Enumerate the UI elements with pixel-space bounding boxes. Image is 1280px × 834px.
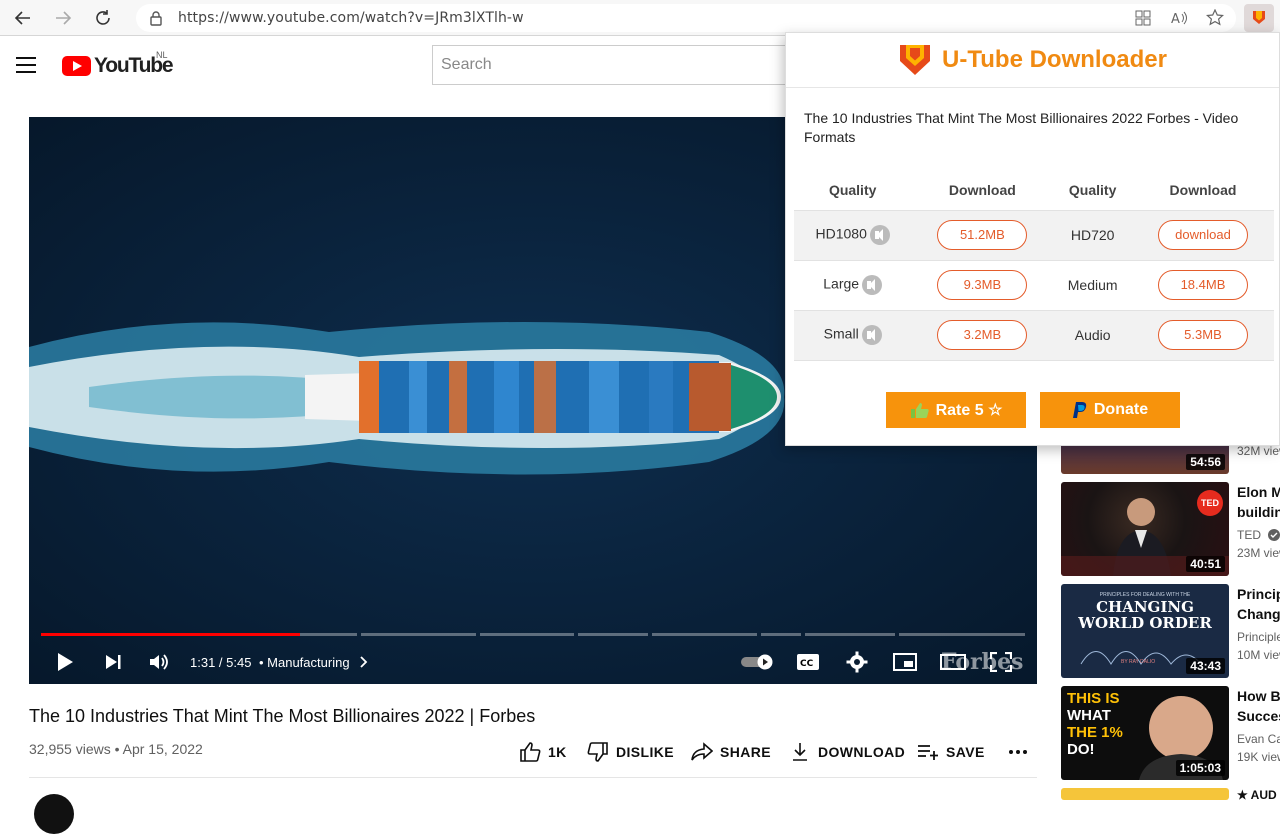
reload-button[interactable] <box>86 3 120 33</box>
read-aloud-icon[interactable]: A <box>1168 8 1190 28</box>
paypal-icon <box>1072 402 1087 418</box>
share-button[interactable]: SHARE <box>690 740 771 764</box>
video-thumbnail: THIS IS WHAT THE 1% DO! 1:05:03 <box>1061 686 1229 780</box>
u-tube-logo-icon <box>1253 11 1265 24</box>
address-bar[interactable]: https://www.youtube.com/watch?v=JRm3lXTl… <box>136 4 1236 32</box>
url-text: https://www.youtube.com/watch?v=JRm3lXTl… <box>178 10 524 26</box>
apps-icon[interactable] <box>1132 8 1154 28</box>
download-hd1080-button[interactable]: 51.2MB <box>937 220 1028 250</box>
download-icon <box>788 740 812 764</box>
browser-toolbar: https://www.youtube.com/watch?v=JRm3lXTl… <box>0 0 1280 36</box>
progress-played <box>41 633 300 636</box>
video-thumbnail <box>1061 788 1229 800</box>
formats-table: Quality Download Quality Download HD1080… <box>794 170 1274 361</box>
settings-button[interactable] <box>843 648 871 676</box>
lock-icon <box>148 10 164 26</box>
play-icon <box>58 653 73 671</box>
search-input[interactable]: Search <box>432 45 812 85</box>
back-button[interactable] <box>6 3 40 33</box>
download-small-button[interactable]: 3.2MB <box>937 320 1028 350</box>
column-header: Quality <box>828 181 877 198</box>
sidebar-item[interactable]: ★ AUD <box>1061 788 1280 802</box>
youtube-play-icon <box>62 56 91 76</box>
volume-icon <box>150 654 168 670</box>
video-thumbnail: PRINCIPLES FOR DEALING WITH THE CHANGING… <box>1061 584 1229 678</box>
theater-button[interactable] <box>939 648 967 676</box>
mute-button[interactable] <box>145 648 173 676</box>
more-actions-button[interactable] <box>1006 740 1036 764</box>
ted-badge: TED <box>1197 490 1223 516</box>
svg-text:CC: CC <box>800 659 814 669</box>
save-button[interactable]: SAVE <box>916 740 985 764</box>
more-horizontal-icon <box>1006 740 1030 764</box>
theater-icon <box>940 654 966 670</box>
thumbs-up-icon <box>518 740 542 764</box>
fullscreen-button[interactable] <box>987 648 1015 676</box>
playlist-add-icon <box>916 740 940 764</box>
speaker-icon <box>862 275 883 295</box>
download-button[interactable]: DOWNLOAD <box>788 740 905 764</box>
autoplay-icon <box>741 654 773 670</box>
svg-text:A: A <box>1171 12 1180 26</box>
youtube-logo[interactable]: YouTube NL <box>62 50 174 78</box>
speaker-icon <box>861 325 882 345</box>
video-thumbnail: TED 40:51 <box>1061 482 1229 576</box>
u-tube-downloader-popup: U-Tube Downloader The 10 Industries That… <box>785 32 1280 446</box>
extension-name: U-Tube Downloader <box>942 46 1167 73</box>
u-tube-logo-icon <box>900 45 931 75</box>
speaker-icon <box>869 225 890 245</box>
download-hd720-button[interactable]: download <box>1157 220 1248 250</box>
reload-icon <box>96 9 110 25</box>
captions-button[interactable]: CC <box>794 648 822 676</box>
channel-avatar[interactable] <box>34 794 74 834</box>
gear-icon <box>846 651 868 673</box>
verified-icon <box>1268 529 1280 541</box>
column-header: Quality <box>1068 181 1117 198</box>
miniplayer-button[interactable] <box>891 648 919 676</box>
sidebar-item[interactable]: TED 40:51 Elon M buildin TED 23M view <box>1061 482 1280 576</box>
menu-icon[interactable] <box>16 57 36 78</box>
format-row: Small 3.2MB Audio 5.3MB <box>794 310 1274 360</box>
download-large-button[interactable]: 9.3MB <box>937 270 1028 300</box>
favorites-icon[interactable] <box>1204 8 1226 28</box>
miniplayer-icon <box>893 653 917 671</box>
thumbs-up-icon <box>910 403 929 418</box>
divider <box>29 777 1037 778</box>
dislike-button[interactable]: DISLIKE <box>586 740 674 764</box>
next-button[interactable] <box>99 648 127 676</box>
arrow-left-icon <box>14 10 30 25</box>
format-row: HD1080 51.2MB HD720 download <box>794 210 1274 260</box>
captions-icon: CC <box>797 654 819 670</box>
sidebar-item[interactable]: PRINCIPLES FOR DEALING WITH THE CHANGING… <box>1061 584 1280 678</box>
download-audio-button[interactable]: 5.3MB <box>1157 320 1248 350</box>
skip-next-icon <box>106 655 121 669</box>
play-button[interactable] <box>51 648 79 676</box>
format-row: Large 9.3MB Medium 18.4MB <box>794 260 1274 310</box>
download-medium-button[interactable]: 18.4MB <box>1157 270 1248 300</box>
share-icon <box>690 740 714 764</box>
forward-button[interactable] <box>46 3 80 33</box>
video-title: The 10 Industries That Mint The Most Bil… <box>29 706 536 726</box>
fullscreen-icon <box>990 652 1012 672</box>
like-button[interactable]: 1K <box>518 740 567 764</box>
donate-button[interactable]: Donate <box>1040 392 1180 428</box>
view-count: 32,955 views • Apr 15, 2022 <box>29 741 203 757</box>
sidebar-item[interactable]: THIS IS WHAT THE 1% DO! 1:05:03 How Bl S… <box>1061 686 1280 780</box>
column-header: Download <box>948 181 1016 198</box>
autoplay-toggle[interactable] <box>739 648 775 676</box>
popup-header: U-Tube Downloader <box>786 33 1279 88</box>
column-header: Download <box>1169 181 1237 198</box>
time-display: 1:31 / 5:45 <box>190 655 252 670</box>
thumbs-down-icon <box>586 740 610 764</box>
chevron-right-icon <box>360 656 368 668</box>
u-tube-extension-button[interactable] <box>1244 4 1274 32</box>
chapter-link[interactable]: • Manufacturing <box>259 655 369 670</box>
video-format-label: The 10 Industries That Mint The Most Bil… <box>804 110 1239 145</box>
progress-bar[interactable] <box>41 633 1025 636</box>
player-controls: 1:31 / 5:45 • Manufacturing CC <box>29 642 1037 682</box>
arrow-right-icon <box>56 10 72 25</box>
rate-button[interactable]: Rate 5 ☆ <box>886 392 1026 428</box>
